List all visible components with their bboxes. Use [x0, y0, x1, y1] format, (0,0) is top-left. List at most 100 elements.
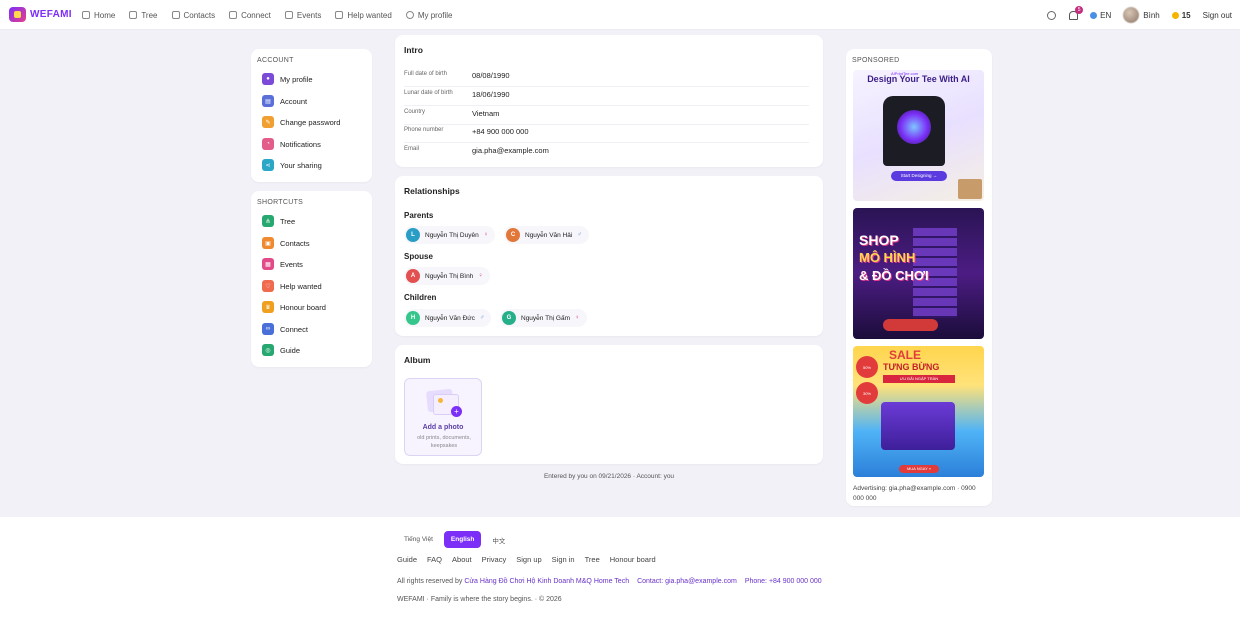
sidebar-item-label: Connect [280, 324, 308, 334]
sidebar-item-events[interactable]: ▦ Events [262, 258, 303, 270]
relationships-card: Relationships Parents L Nguyễn Thị Duyên… [395, 176, 823, 336]
sidebar-item-label: Guide [280, 345, 301, 355]
person-name: Nguyễn Văn Đức [425, 314, 475, 322]
trophy-icon: ♛ [262, 301, 274, 313]
lang-chinese[interactable]: 中文 [485, 531, 512, 548]
intro-row-phone: Phone number +84 900 000 000 [404, 124, 809, 143]
nav-contacts[interactable]: Contacts [171, 11, 215, 20]
sidebar-item-account[interactable]: ▤ Account [262, 95, 307, 107]
contact-phone-link[interactable]: Phone: +84 900 000 000 [745, 578, 822, 585]
sidebar-item-label: Honour board [280, 302, 326, 312]
footer-link-sign-in[interactable]: Sign in [552, 555, 575, 564]
children-label: Children [404, 293, 437, 302]
brand-logo[interactable]: WEFAMI [9, 7, 72, 22]
nav-label: My profile [417, 10, 453, 20]
nav-connect[interactable]: Connect [229, 11, 271, 20]
avatar: A [406, 269, 420, 283]
field-value: 08/08/1990 [472, 71, 510, 80]
calendar-icon: ▦ [262, 258, 274, 270]
sidebar-item-label: Notifications [280, 139, 321, 149]
language-switcher[interactable]: EN [1090, 11, 1111, 20]
sidebar-item-tree[interactable]: ⋔ Tree [262, 215, 295, 227]
field-value: Vietnam [472, 109, 500, 118]
discount-badge: 50% [856, 356, 878, 378]
logo-icon [9, 7, 26, 22]
footer-link-faq[interactable]: FAQ [427, 555, 442, 564]
tree-icon [129, 11, 138, 19]
notifications-bell-icon[interactable]: 5 [1068, 6, 1084, 20]
products-image [881, 402, 955, 450]
footer-link-honour-board[interactable]: Honour board [610, 555, 656, 564]
sidebar-item-notifications[interactable]: ◔ Notifications [262, 138, 321, 150]
avatar [1123, 7, 1140, 23]
share-icon: ⋖ [262, 159, 274, 171]
footer-link-privacy[interactable]: Privacy [482, 555, 507, 564]
intro-row-dob: Full date of birth 08/08/1990 [404, 68, 809, 87]
compass-icon: ◎ [262, 344, 274, 356]
package-image [958, 179, 982, 199]
intro-row-email: Email gia.pha@example.com [404, 143, 809, 162]
field-label: Full date of birth [404, 71, 448, 77]
company-link[interactable]: Cửa Hàng Đồ Chơi Hộ Kinh Doanh M&Q Home … [464, 578, 629, 585]
footer-link-guide[interactable]: Guide [397, 555, 417, 564]
nav-tree[interactable]: Tree [129, 11, 158, 20]
add-photo-title: Add a photo [422, 424, 464, 431]
sidebar-item-contacts[interactable]: ▣ Contacts [262, 237, 310, 249]
person-chip[interactable]: G Nguyễn Thị Gấm ♀ [500, 309, 587, 327]
intro-row-lunar-dob: Lunar date of birth 18/06/1990 [404, 87, 809, 106]
relationships-title: Relationships [404, 186, 460, 196]
nav-home[interactable]: Home [82, 11, 115, 20]
ad-banner-print-tee[interactable]: AIPrintTee.com Design Your Tee With AI S… [853, 70, 984, 201]
key-icon: ✎ [262, 116, 274, 128]
ad-title: TƯNG BỪNG [883, 362, 940, 372]
rights-prefix: All rights reserved by [397, 578, 463, 585]
ad-banner-toy-shop[interactable]: SHOP MÔ HÌNH & ĐỒ CHƠI [853, 208, 984, 339]
avatar: L [406, 228, 420, 242]
lang-english[interactable]: English [443, 531, 482, 548]
footer-link-sign-up[interactable]: Sign up [516, 555, 541, 564]
brand-name: WEFAMI [30, 9, 72, 20]
person-chip[interactable]: H Nguyễn Văn Đức ♂ [404, 309, 492, 327]
user-menu[interactable]: Bình [1123, 7, 1160, 23]
contacts-icon: ▣ [262, 237, 274, 249]
user-icon: ● [262, 73, 274, 85]
nav-help-wanted[interactable]: Help wanted [335, 11, 392, 20]
avatar: H [406, 311, 420, 325]
sidebar-item-guide[interactable]: ◎ Guide [262, 344, 300, 356]
contact-email-link[interactable]: Contact: gia.pha@example.com [637, 578, 737, 585]
add-photo-hint: old prints, documents, keepsakes [417, 435, 471, 449]
coin-count: 15 [1181, 10, 1191, 20]
add-photo-button[interactable]: + Add a photo old prints, documents, kee… [404, 378, 482, 456]
top-navbar: WEFAMI Home Tree Contacts Connect Events… [0, 0, 1240, 30]
sidebar-item-connect[interactable]: ∞ Connect [262, 323, 308, 335]
sidebar-item-help-wanted[interactable]: ♡ Help wanted [262, 280, 322, 292]
female-icon: ♀ [575, 315, 580, 321]
footer-link-tree[interactable]: Tree [585, 555, 600, 564]
sidebar-item-honour-board[interactable]: ♛ Honour board [262, 301, 326, 313]
parents-label: Parents [404, 211, 434, 220]
sidebar-item-label: Tree [280, 216, 296, 226]
nav-my-profile[interactable]: My profile [405, 10, 453, 20]
intro-title: Intro [404, 45, 423, 55]
tree-icon: ⋔ [262, 215, 274, 227]
connect-icon [229, 11, 238, 19]
coin-balance: 15 [1171, 10, 1191, 20]
footer-links: Guide FAQ About Privacy Sign up Sign in … [397, 555, 656, 564]
sign-out-link[interactable]: Sign out [1203, 11, 1232, 20]
person-chip[interactable]: A Nguyễn Thị Bình ♀ [404, 267, 490, 285]
sidebar-item-your-sharing[interactable]: ⋖ Your sharing [262, 159, 322, 171]
nav-events[interactable]: Events [284, 11, 321, 20]
help-hands-icon: ♡ [262, 280, 274, 292]
footer-link-about[interactable]: About [452, 555, 472, 564]
sidebar-item-change-password[interactable]: ✎ Change password [262, 116, 340, 128]
sidebar-item-my-profile[interactable]: ● My profile [262, 73, 313, 85]
person-chip[interactable]: C Nguyễn Văn Hải ♂ [504, 226, 589, 244]
help-circle-icon[interactable] [1047, 10, 1057, 20]
person-chip[interactable]: L Nguyễn Thị Duyên ♀ [404, 226, 496, 244]
intro-card: Intro Full date of birth 08/08/1990 Lunar… [395, 35, 823, 167]
coin-icon [1171, 11, 1179, 19]
field-label: Phone number [404, 127, 444, 133]
ad-banner-sale[interactable]: SALE TƯNG BỪNG ƯU ĐÃI NGẬP TRÀN 50% 30% … [853, 346, 984, 477]
lang-vietnamese[interactable]: Tiếng Việt [397, 531, 440, 548]
entered-note: Entered by you on 09/21/2026 · Account: … [543, 473, 675, 480]
